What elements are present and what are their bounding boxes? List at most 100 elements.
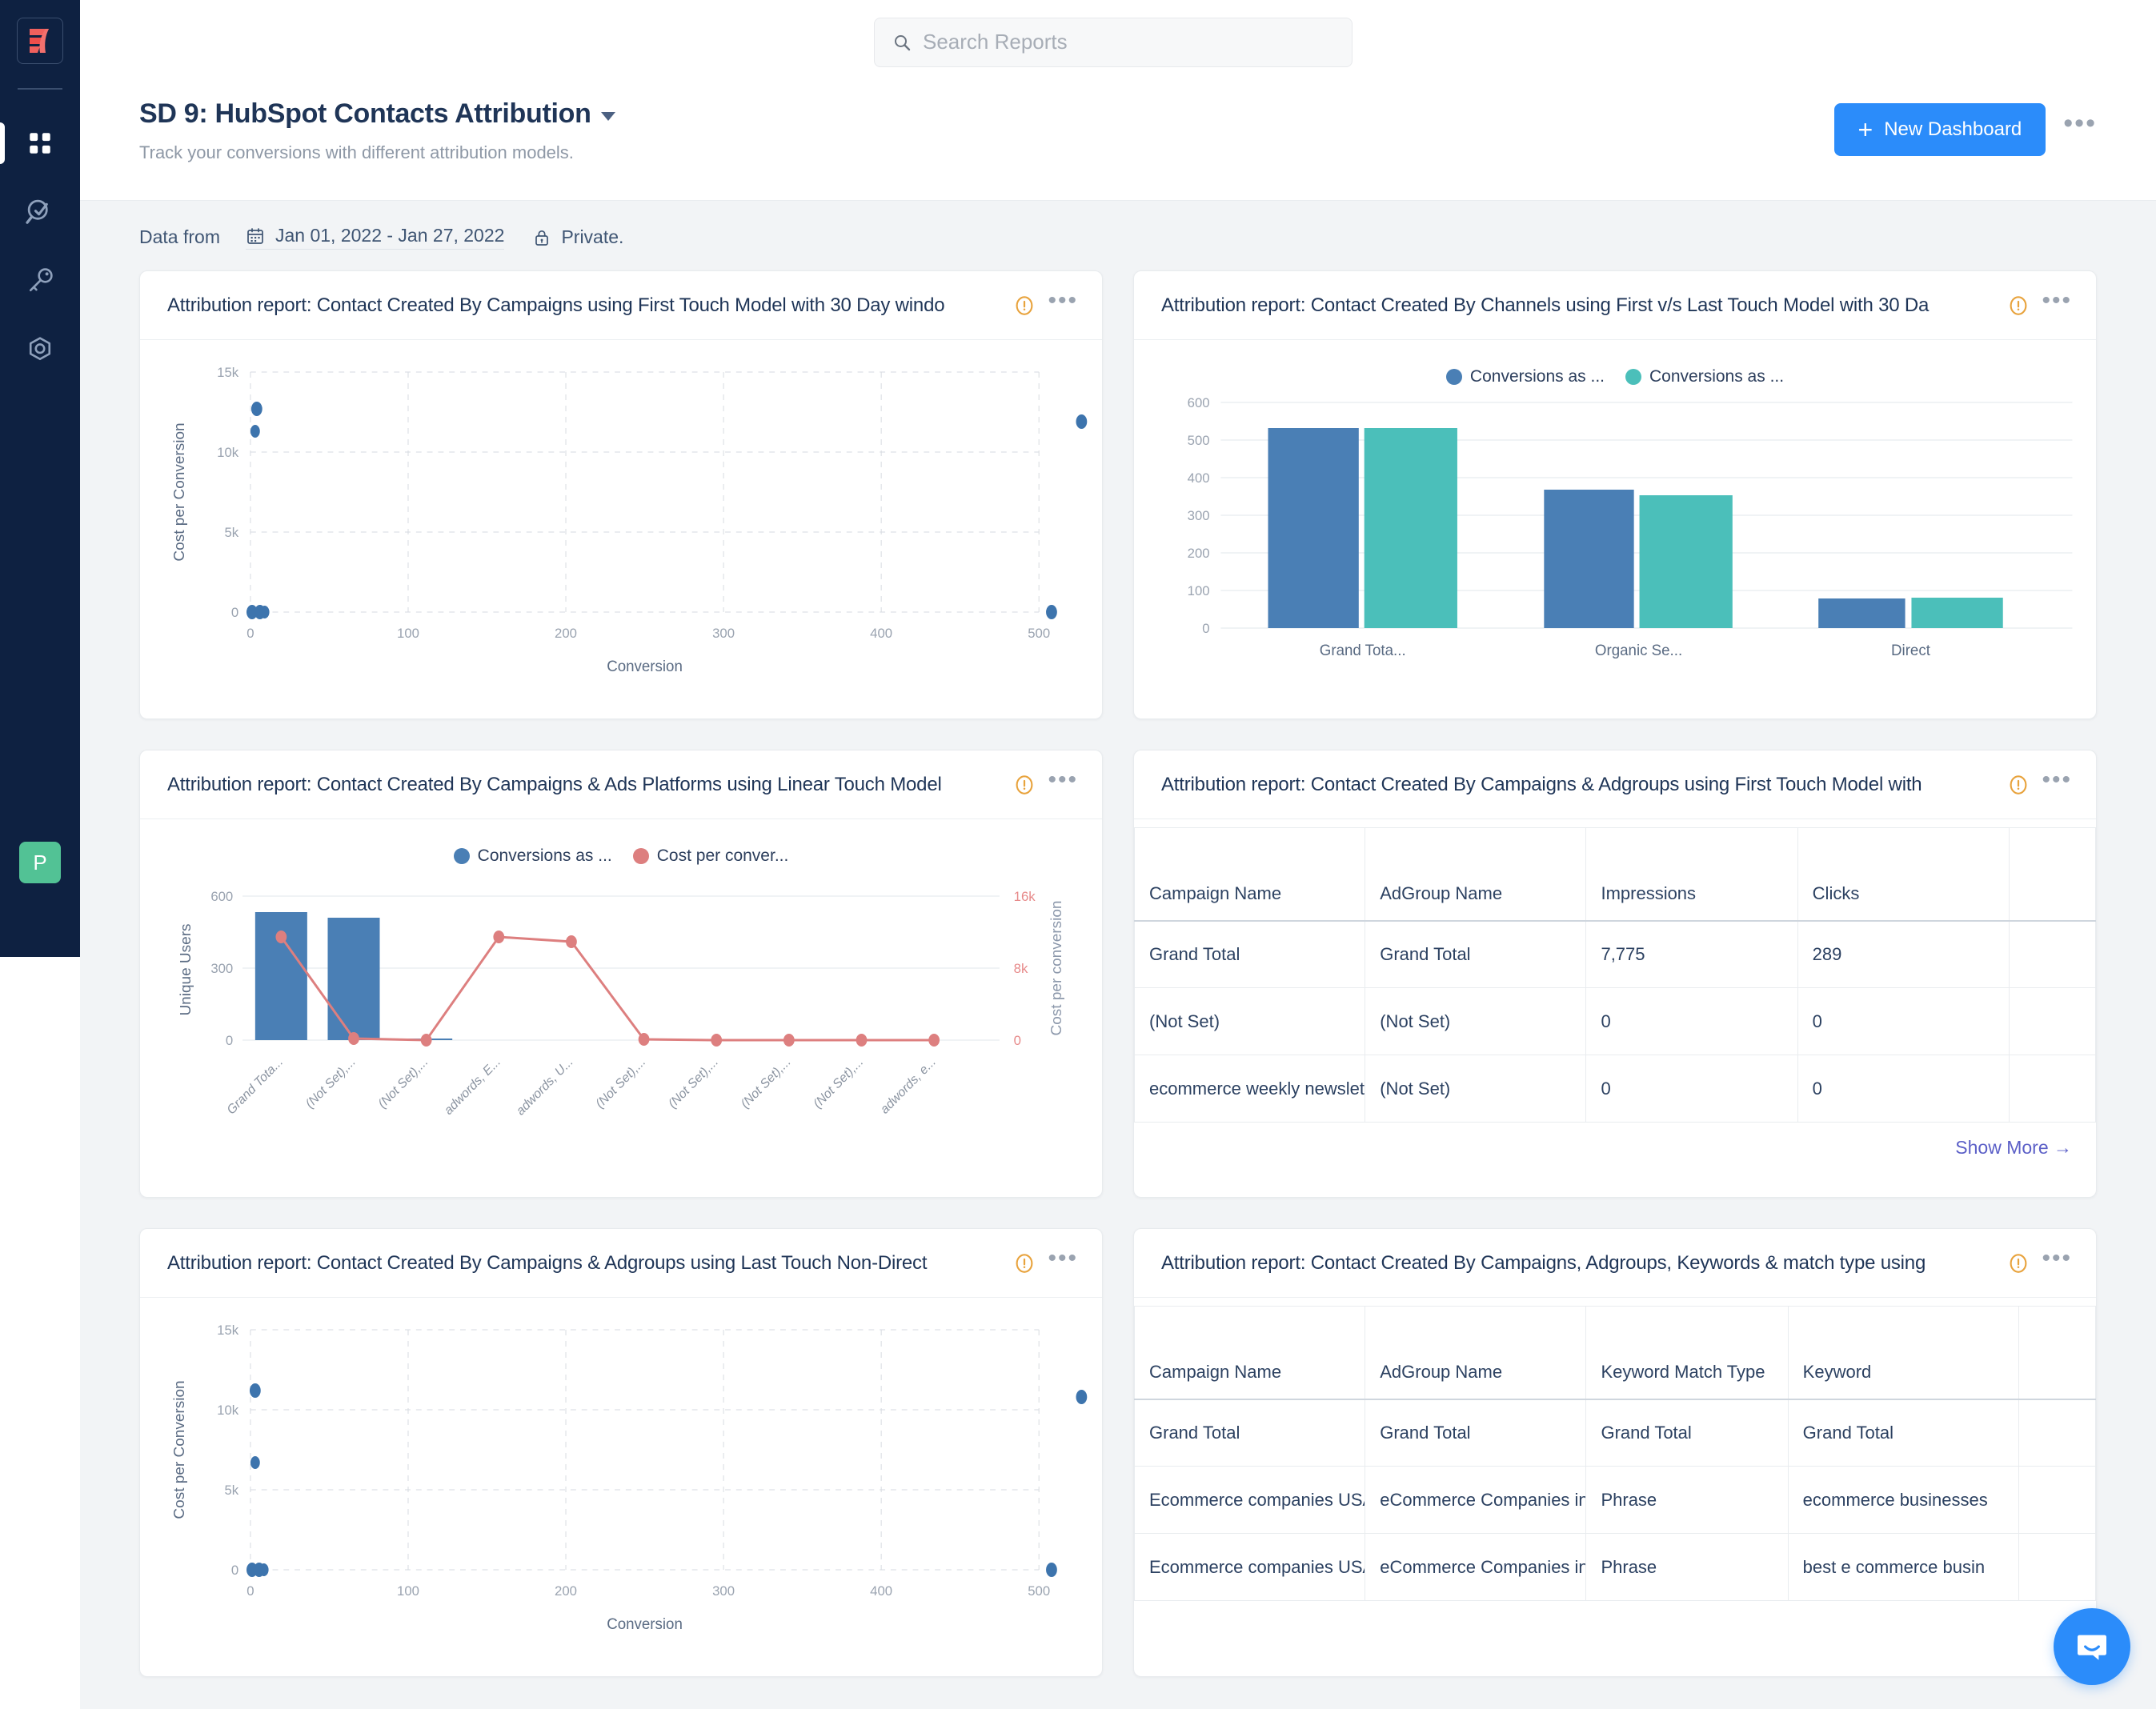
bar[interactable] bbox=[1911, 598, 2003, 628]
svg-text:500: 500 bbox=[1188, 433, 1210, 448]
bar[interactable] bbox=[1544, 490, 1634, 628]
card-body: Conversions as ... Cost per conver... 60… bbox=[140, 819, 1102, 1197]
warning-info-icon[interactable] bbox=[2006, 1251, 2030, 1275]
table-row[interactable]: (Not Set) (Not Set) 0 0 bbox=[1134, 987, 2096, 1055]
new-dashboard-button[interactable]: + New Dashboard bbox=[1833, 103, 2046, 156]
svg-text:100: 100 bbox=[397, 1583, 419, 1599]
card-title: Attribution report: Contact Created By C… bbox=[167, 773, 942, 795]
report-card-campaigns-ads-platforms-linear: Attribution report: Contact Created By C… bbox=[139, 750, 1103, 1198]
column-header[interactable]: Clicks bbox=[1797, 827, 2010, 922]
card-more-button[interactable]: ••• bbox=[2042, 767, 2072, 794]
privacy-indicator[interactable]: Private. bbox=[533, 226, 623, 248]
bar[interactable] bbox=[1268, 428, 1359, 628]
svg-text:300: 300 bbox=[712, 626, 735, 641]
app-logo[interactable] bbox=[17, 18, 63, 64]
settings-hex-icon bbox=[29, 337, 51, 361]
table-header-row: Campaign Name AdGroup Name Keyword Match… bbox=[1134, 1306, 2096, 1400]
show-more-link[interactable]: Show More → bbox=[1134, 1123, 2096, 1175]
table-row[interactable]: ecommerce weekly newsletter (Not Set) 0 … bbox=[1134, 1055, 2096, 1123]
table-row[interactable]: Ecommerce companies USA - Phrase eCommer… bbox=[1134, 1533, 2096, 1601]
svg-text:400: 400 bbox=[870, 1583, 892, 1599]
cell-adgroup-name: Grand Total bbox=[1365, 920, 1587, 988]
column-header[interactable]: AdGroup Name bbox=[1365, 827, 1587, 922]
report-table-keywords: Campaign Name AdGroup Name Keyword Match… bbox=[1134, 1306, 2096, 1601]
title-row[interactable]: SD 9: HubSpot Contacts Attribution bbox=[139, 98, 615, 130]
column-header-overflow bbox=[2008, 827, 2096, 922]
table-row[interactable]: Grand Total Grand Total 7,775 289 bbox=[1134, 920, 2096, 988]
search-input[interactable] bbox=[923, 30, 1334, 54]
legend-item[interactable]: Conversions as ... bbox=[453, 846, 612, 866]
dashboard-grid: Attribution report: Contact Created By C… bbox=[80, 270, 2156, 1709]
card-more-button[interactable]: ••• bbox=[1048, 767, 1078, 794]
svg-text:16k: 16k bbox=[1014, 889, 1036, 904]
svg-text:0: 0 bbox=[246, 626, 254, 641]
table-scroll-region[interactable]: Campaign Name AdGroup Name Keyword Match… bbox=[1134, 1306, 2096, 1601]
card-body: 15k 10k 5k 0 0 100 200 300 400 500 Conversion… bbox=[140, 1298, 1102, 1676]
cell-adgroup-name: eCommerce Companies in USA bbox=[1365, 1533, 1587, 1601]
cell-overflow bbox=[2008, 987, 2096, 1055]
card-body: Conversions as ... Conversions as ... 60… bbox=[1134, 340, 2096, 718]
sidebar-item-analytics[interactable] bbox=[0, 178, 80, 246]
chat-bubble-icon bbox=[2078, 1635, 2106, 1660]
left-sidebar: P bbox=[0, 0, 80, 957]
warning-info-icon[interactable] bbox=[2006, 294, 2030, 318]
column-header[interactable]: Keyword Match Type bbox=[1585, 1306, 1789, 1400]
dashboard-more-button[interactable]: ••• bbox=[2063, 110, 2097, 141]
column-header[interactable]: AdGroup Name bbox=[1365, 1306, 1587, 1400]
svg-text:Organic Se...: Organic Se... bbox=[1595, 642, 1682, 658]
legend-item[interactable]: Cost per conver... bbox=[632, 846, 788, 866]
svg-text:100: 100 bbox=[397, 626, 419, 641]
svg-text:(Not Set),...: (Not Set),... bbox=[811, 1055, 866, 1111]
date-range-text: Jan 01, 2022 - Jan 27, 2022 bbox=[275, 225, 505, 246]
chart-legend: Conversions as ... Cost per conver... bbox=[140, 827, 1102, 866]
svg-text:500: 500 bbox=[1028, 626, 1050, 641]
page-subtitle: Track your conversions with different at… bbox=[139, 142, 574, 162]
svg-text:300: 300 bbox=[210, 961, 233, 976]
bar[interactable] bbox=[327, 918, 380, 1040]
column-header[interactable]: Keyword bbox=[1787, 1306, 2019, 1400]
bar[interactable] bbox=[1364, 428, 1457, 628]
svg-text:(Not Set),...: (Not Set),... bbox=[376, 1055, 431, 1111]
legend-item[interactable]: Conversions as ... bbox=[1625, 367, 1784, 386]
warning-info-icon[interactable] bbox=[1012, 1251, 1036, 1275]
table-row[interactable]: Grand Total Grand Total Grand Total Gran… bbox=[1134, 1399, 2096, 1467]
column-header[interactable]: Campaign Name bbox=[1134, 827, 1366, 922]
search-icon bbox=[895, 34, 911, 50]
sidebar-item-dashboards[interactable] bbox=[0, 109, 80, 178]
search-box[interactable] bbox=[874, 17, 1353, 67]
user-avatar[interactable]: P bbox=[19, 842, 61, 883]
card-more-button[interactable]: ••• bbox=[2042, 288, 2072, 315]
column-header[interactable]: Impressions bbox=[1585, 827, 1798, 922]
sidebar-item-key[interactable] bbox=[0, 246, 80, 315]
bar[interactable] bbox=[1818, 598, 1906, 628]
svg-text:(Not Set),...: (Not Set),... bbox=[303, 1055, 359, 1111]
report-card-campaigns-adgroups-first-touch: Attribution report: Contact Created By C… bbox=[1133, 750, 2097, 1198]
grid-icon bbox=[30, 133, 50, 154]
card-header: Attribution report: Contact Created By C… bbox=[1134, 750, 2096, 819]
bar[interactable] bbox=[1639, 495, 1733, 628]
warning-info-icon[interactable] bbox=[1012, 773, 1036, 797]
column-header[interactable]: Campaign Name bbox=[1134, 1306, 1366, 1400]
card-more-button[interactable]: ••• bbox=[1048, 1246, 1078, 1273]
legend-item[interactable]: Conversions as ... bbox=[1445, 367, 1605, 386]
table-scroll-region[interactable]: Campaign Name AdGroup Name Impressions C… bbox=[1134, 827, 2096, 1123]
date-range-picker[interactable]: Jan 01, 2022 - Jan 27, 2022 bbox=[245, 225, 505, 250]
chevron-down-icon[interactable] bbox=[600, 112, 615, 121]
top-bar bbox=[80, 0, 2156, 84]
svg-text:Unique Users: Unique Users bbox=[177, 923, 194, 1015]
cell-adgroup-name: eCommerce Companies in USA bbox=[1365, 1466, 1587, 1534]
warning-info-icon[interactable] bbox=[2006, 773, 2030, 797]
card-more-button[interactable]: ••• bbox=[1048, 288, 1078, 315]
card-title: Attribution report: Contact Created By C… bbox=[167, 1251, 928, 1274]
card-header: Attribution report: Contact Created By C… bbox=[140, 271, 1102, 340]
warning-info-icon[interactable] bbox=[1012, 294, 1036, 318]
table-row[interactable]: Ecommerce companies USA - Phrase eCommer… bbox=[1134, 1466, 2096, 1534]
card-body: Campaign Name AdGroup Name Keyword Match… bbox=[1134, 1298, 2096, 1676]
sidebar-item-settings[interactable] bbox=[0, 315, 80, 384]
card-more-button[interactable]: ••• bbox=[2042, 1246, 2072, 1273]
intercom-launcher-button[interactable] bbox=[2054, 1608, 2130, 1685]
table-header-row: Campaign Name AdGroup Name Impressions C… bbox=[1134, 827, 2096, 922]
column-header-overflow bbox=[2018, 1306, 2096, 1400]
svg-text:Cost per Conversion: Cost per Conversion bbox=[170, 422, 187, 561]
svg-text:0: 0 bbox=[226, 1033, 233, 1048]
